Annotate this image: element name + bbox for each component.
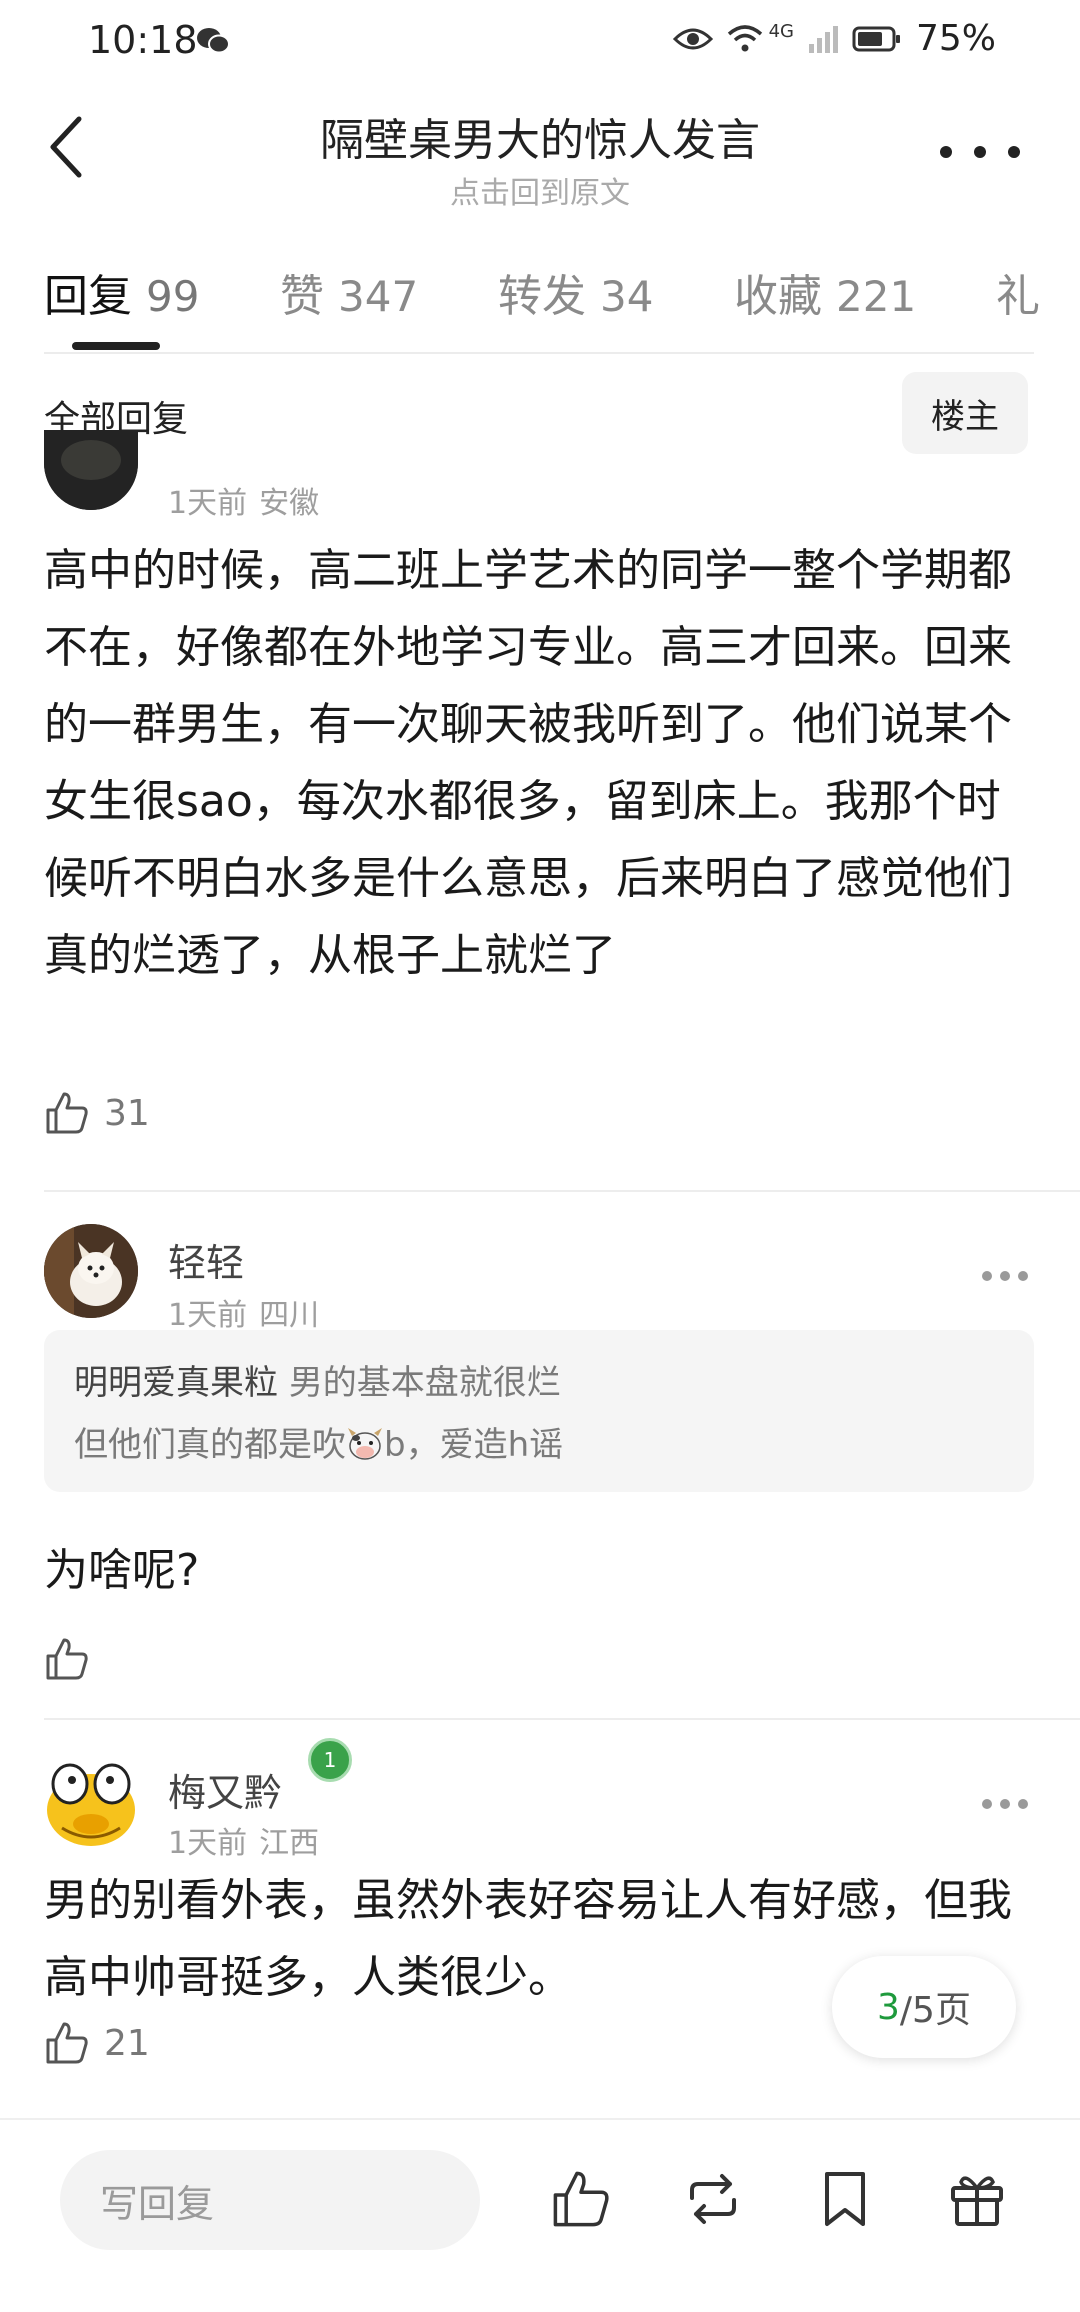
cow-emoji-icon — [348, 1428, 382, 1460]
more-dot-icon — [940, 146, 952, 158]
tab-favorites[interactable]: 收藏 221 — [734, 260, 916, 324]
tab-count: 347 — [338, 272, 419, 321]
like-count: 31 — [104, 1092, 150, 1134]
quoted-reply[interactable]: 明明爱真果粒 男的基本盘就很烂 但他们真的都是吹 b，爱造h谣 — [44, 1330, 1034, 1492]
quote-text: 但他们真的都是吹 — [74, 1425, 346, 1465]
more-dot-icon — [1018, 1799, 1028, 1809]
current-page: 3 — [877, 1986, 900, 2028]
tab-label: 转发 — [498, 271, 586, 322]
more-options-button[interactable] — [940, 132, 1020, 172]
comment-meta: 1天前 江西 — [168, 1818, 319, 1862]
comment-time: 1天前 — [168, 486, 248, 521]
wifi-icon — [727, 24, 762, 51]
tab-count: 99 — [146, 272, 200, 321]
thumbs-up-icon — [553, 2171, 609, 2227]
tab-reposts[interactable]: 转发 34 — [498, 260, 653, 324]
bookmark-button[interactable] — [810, 2164, 880, 2234]
avatar[interactable] — [44, 430, 138, 510]
thumbs-up-icon — [46, 2022, 88, 2064]
tab-bar: 回复 99 赞 347 转发 34 收藏 221 礼 — [0, 250, 1080, 360]
avatar[interactable] — [44, 1754, 138, 1848]
repost-button[interactable] — [678, 2164, 748, 2234]
battery-percent: 75% — [915, 18, 996, 59]
divider — [44, 352, 1034, 354]
tab-replies[interactable]: 回复 99 — [44, 260, 199, 324]
tab-active-indicator — [72, 342, 160, 350]
more-dot-icon — [1000, 1271, 1010, 1281]
comment-text[interactable]: 为啥呢? — [44, 1532, 1034, 1609]
wechat-icon — [197, 28, 230, 54]
repost-icon — [690, 2174, 736, 2224]
battery-icon — [852, 26, 900, 51]
comment-time: 1天前 — [168, 1826, 248, 1861]
page-header: 隔壁桌男大的惊人发言 点击回到原文 — [0, 92, 1080, 222]
comment-text[interactable]: 高中的时候，高二班上学艺术的同学一整个学期都不在，好像都在外地学习专业。高三才回… — [44, 532, 1034, 994]
more-dot-icon — [974, 146, 986, 158]
quote-text: 男的基本盘就很烂 — [288, 1363, 561, 1403]
like-button[interactable]: 21 — [44, 2020, 150, 2066]
bookmark-icon — [825, 2172, 865, 2226]
like-count: 21 — [104, 2022, 150, 2064]
avatar[interactable] — [44, 1224, 138, 1318]
comment-more-button[interactable] — [982, 1798, 1028, 1810]
more-dot-icon — [982, 1271, 992, 1281]
gift-icon — [951, 2176, 1003, 2226]
gift-button[interactable] — [942, 2164, 1012, 2234]
level-number: 1 — [323, 1748, 337, 1772]
quote-line: 但他们真的都是吹 b，爱造h谣 — [74, 1414, 1004, 1476]
tab-gifts[interactable]: 礼 — [996, 260, 1040, 324]
comment-separator — [44, 1190, 1080, 1192]
bottom-action-bar: 写回复 — [0, 2118, 1080, 2312]
more-dot-icon — [1008, 146, 1020, 158]
total-pages: /5页 — [899, 1990, 971, 2031]
username[interactable]: 轻轻 — [168, 1232, 244, 1287]
thumbs-up-icon — [46, 1092, 88, 1134]
tab-label: 回复 — [44, 271, 132, 322]
username[interactable]: 梅又黔 — [168, 1762, 282, 1817]
tab-count: 221 — [836, 272, 917, 321]
tab-label: 礼 — [996, 271, 1040, 322]
comment-more-button[interactable] — [982, 1270, 1028, 1282]
tab-likes[interactable]: 赞 347 — [280, 260, 418, 324]
page-title[interactable]: 隔壁桌男大的惊人发言 — [0, 104, 1080, 168]
quote-line: 明明爱真果粒 男的基本盘就很烂 — [74, 1352, 1004, 1414]
comment-location: 四川 — [259, 1298, 320, 1333]
thumbs-up-icon — [46, 1638, 88, 1680]
comment-separator — [44, 1718, 1080, 1720]
quote-text: b，爱造h谣 — [384, 1425, 564, 1465]
comment-meta: 1天前 四川 — [168, 1290, 319, 1334]
back-to-original-link[interactable]: 点击回到原文 — [0, 168, 1080, 212]
comment-time: 1天前 — [168, 1298, 248, 1333]
eye-icon — [672, 28, 713, 49]
status-bar: 10:18 4G 75% — [0, 0, 1080, 84]
reply-input[interactable]: 写回复 — [60, 2150, 480, 2250]
quote-author: 明明爱真果粒 — [74, 1363, 278, 1403]
page-indicator-button[interactable]: 3/5页 — [832, 1956, 1016, 2058]
tab-label: 收藏 — [734, 271, 822, 322]
more-dot-icon — [1018, 1271, 1028, 1281]
status-time: 10:18 — [88, 18, 198, 62]
avatar-image — [47, 1763, 135, 1846]
level-badge: 1 — [308, 1738, 352, 1782]
like-button[interactable]: 31 — [44, 1090, 150, 1136]
comment-meta: 1天前 安徽 — [168, 478, 319, 522]
comment-location: 江西 — [259, 1826, 320, 1861]
tab-count: 34 — [600, 272, 654, 321]
network-label: 4G — [768, 21, 794, 42]
comment-location: 安徽 — [259, 486, 320, 521]
tab-label: 赞 — [280, 271, 324, 322]
like-post-button[interactable] — [546, 2164, 616, 2234]
avatar-image — [44, 430, 138, 510]
more-dot-icon — [1000, 1799, 1010, 1809]
like-button[interactable] — [44, 1636, 90, 1682]
signal-icon — [808, 25, 838, 53]
avatar-image — [44, 1224, 138, 1318]
status-indicators: 4G 75% — [672, 18, 996, 59]
owner-filter-button[interactable]: 楼主 — [902, 372, 1028, 454]
more-dot-icon — [982, 1799, 992, 1809]
